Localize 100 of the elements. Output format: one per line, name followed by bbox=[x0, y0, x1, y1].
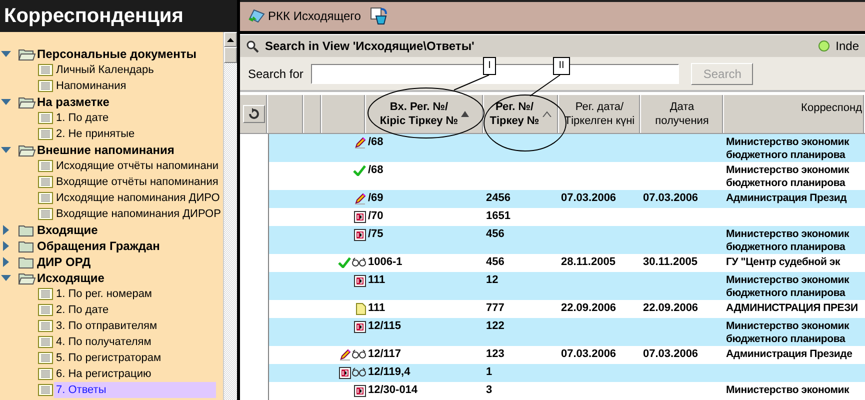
tree-item[interactable]: 4. По получателям bbox=[54, 334, 154, 350]
view-icon bbox=[38, 64, 53, 76]
view-icon bbox=[38, 208, 53, 220]
form-arrow-icon bbox=[248, 8, 266, 24]
table-cell-text: /68 bbox=[367, 163, 384, 178]
folder-icon bbox=[18, 96, 36, 108]
table-cell-text: 28.11.2005 bbox=[560, 255, 616, 270]
leader-line bbox=[454, 74, 490, 90]
table-cell-text: 2456 bbox=[485, 191, 512, 206]
table-cell-text: 456 bbox=[485, 255, 506, 270]
table-cell-text: 456 bbox=[485, 227, 506, 242]
table-row[interactable]: 111 12 Министерство экономик бюджетного планирова bbox=[269, 272, 865, 300]
tree-item[interactable]: 7. Ответы bbox=[54, 382, 216, 398]
tree-item[interactable]: 1. По рег. номерам bbox=[54, 286, 154, 302]
tree-item[interactable]: 5. По регистраторам bbox=[54, 350, 164, 366]
tree-node[interactable]: Персональные документы bbox=[0, 46, 223, 62]
tree-item[interactable]: Входящие напоминания ДИРОР bbox=[54, 206, 223, 222]
column-header[interactable]: Дата получения bbox=[641, 94, 724, 133]
table-cell-text: 22.09.2006 bbox=[560, 301, 618, 316]
table-cell-text: 111 bbox=[367, 273, 386, 288]
table-cell-text: 12 bbox=[485, 273, 500, 288]
column-header[interactable]: Корреспонд bbox=[724, 94, 865, 133]
table-cell-text: 07.03.2006 bbox=[560, 347, 618, 362]
scroll-up-button[interactable] bbox=[224, 32, 237, 47]
tree-item[interactable]: Входящие отчёты напоминания bbox=[54, 174, 220, 190]
tree-item[interactable]: Личный Календарь bbox=[54, 62, 156, 78]
refresh-button[interactable] bbox=[242, 104, 264, 123]
tree-item[interactable]: Напоминания bbox=[54, 78, 128, 94]
table-cell-text: 12/115 bbox=[367, 319, 402, 334]
tree-node[interactable]: Внешние напоминания bbox=[0, 142, 223, 158]
view-icon bbox=[38, 320, 53, 332]
expanded-arrow-icon[interactable] bbox=[1, 145, 11, 155]
tree-item[interactable]: 2. Не принятые bbox=[54, 126, 137, 142]
expanded-arrow-icon[interactable] bbox=[1, 49, 11, 59]
table-cell-text: Министерство экономик бюджетного планирова bbox=[725, 319, 850, 346]
table-cell-text: Министерство экономик bbox=[725, 383, 850, 398]
tree-item[interactable]: 1. По дате bbox=[54, 110, 111, 126]
table-cell-text: 123 bbox=[485, 347, 506, 362]
expanded-arrow-icon[interactable] bbox=[1, 97, 11, 107]
tree-node[interactable]: Входящие bbox=[0, 222, 223, 238]
tree-item[interactable]: Исходящие напоминания ДИРО bbox=[54, 190, 222, 206]
table-row[interactable]: 12/115 122 Министерство экономик бюджетного планирова bbox=[269, 318, 865, 346]
table-cell-text: Министерство экономик бюджетного планирова bbox=[725, 273, 850, 300]
tree-item[interactable]: Исходящие отчёты напоминани bbox=[54, 158, 221, 174]
folder-icon bbox=[18, 272, 36, 284]
folder-icon bbox=[18, 256, 36, 268]
tree-node[interactable]: Обращения Граждан bbox=[0, 238, 223, 254]
view-icon bbox=[38, 80, 53, 92]
table-row[interactable]: /68 Министерство экономик бюджетного планирова bbox=[269, 134, 865, 162]
table-cell-text: Администрация Президе bbox=[725, 347, 854, 362]
column-header[interactable]: Вх. Рег. №/ Кіріс Тіркеу № bbox=[366, 94, 484, 133]
tree-item[interactable]: 2. По дате bbox=[54, 302, 111, 318]
table-cell-text: 3 bbox=[485, 383, 494, 398]
table-cell-text: 07.03.2006 bbox=[642, 347, 700, 362]
tree-node[interactable]: Исходящие bbox=[0, 270, 223, 286]
callout-label: I bbox=[483, 57, 496, 75]
table-cell-text: /68 bbox=[367, 135, 384, 150]
tree-item[interactable]: 3. По отправителям bbox=[54, 318, 160, 334]
export-icon bbox=[368, 6, 389, 26]
table-row[interactable]: /69 2456 07.03.2006 07.03.2006 Администрация Презид bbox=[269, 190, 865, 208]
table-cell-text: 777 bbox=[485, 301, 506, 316]
folder-icon bbox=[18, 224, 36, 236]
table-cell-text: 1 bbox=[485, 365, 494, 380]
table-cell-text: 07.03.2006 bbox=[642, 191, 700, 206]
view-icon bbox=[38, 112, 53, 124]
status-light-icon bbox=[818, 40, 830, 52]
table-cell-text: 12/117 bbox=[367, 347, 402, 362]
table-cell-text: Министерство экономик бюджетного планирова bbox=[725, 227, 850, 254]
view-icon bbox=[38, 304, 53, 316]
toolbar-button[interactable]: РКК Исходящего bbox=[248, 8, 361, 24]
scroll-up-icon[interactable] bbox=[226, 38, 234, 42]
search-label: Search for bbox=[248, 66, 304, 81]
table-cell-text: 1006-1 bbox=[367, 255, 404, 270]
tree-node[interactable]: ДИР ОРД bbox=[0, 254, 223, 270]
tree-item[interactable]: 6. На регистрацию bbox=[54, 366, 154, 382]
view-icon bbox=[38, 336, 53, 348]
table-cell-text: Администрация Презид bbox=[725, 191, 848, 206]
folder-icon bbox=[18, 48, 36, 60]
sort-arrow-icon[interactable] bbox=[461, 110, 470, 117]
search-title: Search in View 'Исходящие\Ответы' bbox=[265, 39, 476, 54]
folder-icon bbox=[18, 144, 36, 156]
sort-caret-icon[interactable] bbox=[542, 110, 552, 117]
table-cell-text: 111 bbox=[367, 301, 386, 316]
table-cell-text: 12/30-014 bbox=[367, 383, 419, 398]
column-header[interactable]: Рег. №/ Тіркеу № bbox=[484, 94, 559, 133]
callout-label: II bbox=[553, 57, 570, 75]
scrollbar[interactable] bbox=[222, 32, 237, 400]
refresh-icon bbox=[248, 108, 260, 120]
table-cell-text: 07.03.2006 bbox=[560, 191, 618, 206]
table-row[interactable]: /75 456 Министерство экономик бюджетного планирова bbox=[269, 226, 865, 254]
table-cell-text: Министерство экономик бюджетного планирова bbox=[725, 135, 850, 162]
table-row[interactable]: 12/119,4 1 bbox=[269, 364, 865, 382]
table-cell-text: 30.11.2005 bbox=[642, 255, 698, 270]
view-icon bbox=[38, 368, 53, 380]
expanded-arrow-icon[interactable] bbox=[1, 273, 11, 283]
view-icon bbox=[38, 128, 53, 140]
status-text: Inde bbox=[836, 39, 859, 54]
tree-node[interactable]: На разметке bbox=[0, 94, 223, 110]
scroll-thumb[interactable] bbox=[224, 47, 237, 63]
export-button[interactable] bbox=[368, 6, 389, 26]
